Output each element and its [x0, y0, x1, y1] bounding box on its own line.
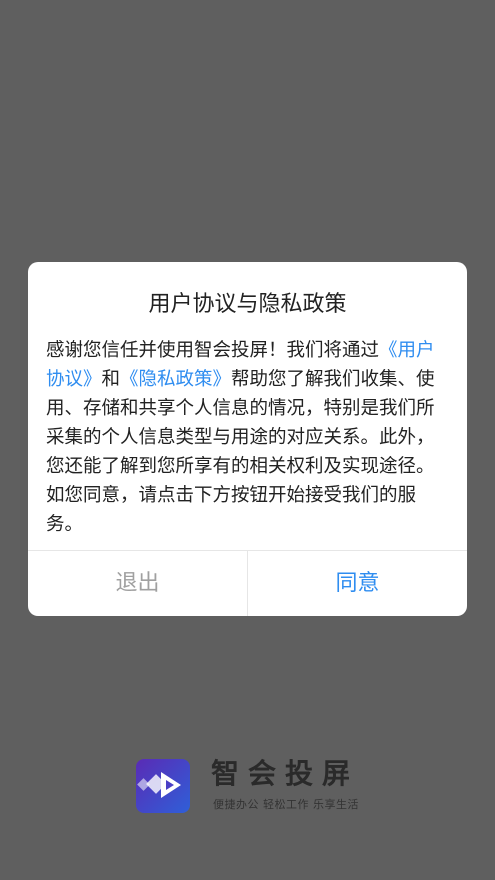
body-intro-text: 感谢您信任并使用智会投屏！我们将通过	[46, 340, 380, 361]
privacy-policy-link[interactable]: 《隐私政策》	[120, 369, 231, 390]
screen: 用户协议与隐私政策 感谢您信任并使用智会投屏！我们将通过《用户协议》和《隐私政策…	[0, 0, 495, 880]
brand-slogan: 便捷办公 轻松工作 乐享生活	[213, 798, 359, 811]
dialog-title: 用户协议与隐私政策	[148, 292, 347, 317]
dialog-body: 感谢您信任并使用智会投屏！我们将通过《用户协议》和《隐私政策》帮助您了解我们收集…	[46, 336, 450, 539]
agree-button[interactable]: 同意	[248, 551, 467, 616]
conjunction-text: 和	[101, 369, 121, 390]
brand-footer: 智会投屏 便捷办公 轻松工作 乐享生活	[135, 756, 375, 816]
body-rest-text: 帮助您了解我们收集、使用、存储和共享个人信息的情况，特别是我们所采集的个人信息类…	[46, 369, 435, 535]
brand-name: 智会投屏	[211, 757, 360, 790]
agreement-dialog: 用户协议与隐私政策 感谢您信任并使用智会投屏！我们将通过《用户协议》和《隐私政策…	[28, 262, 467, 616]
play-logo-icon	[136, 759, 190, 813]
exit-button[interactable]: 退出	[28, 551, 247, 616]
